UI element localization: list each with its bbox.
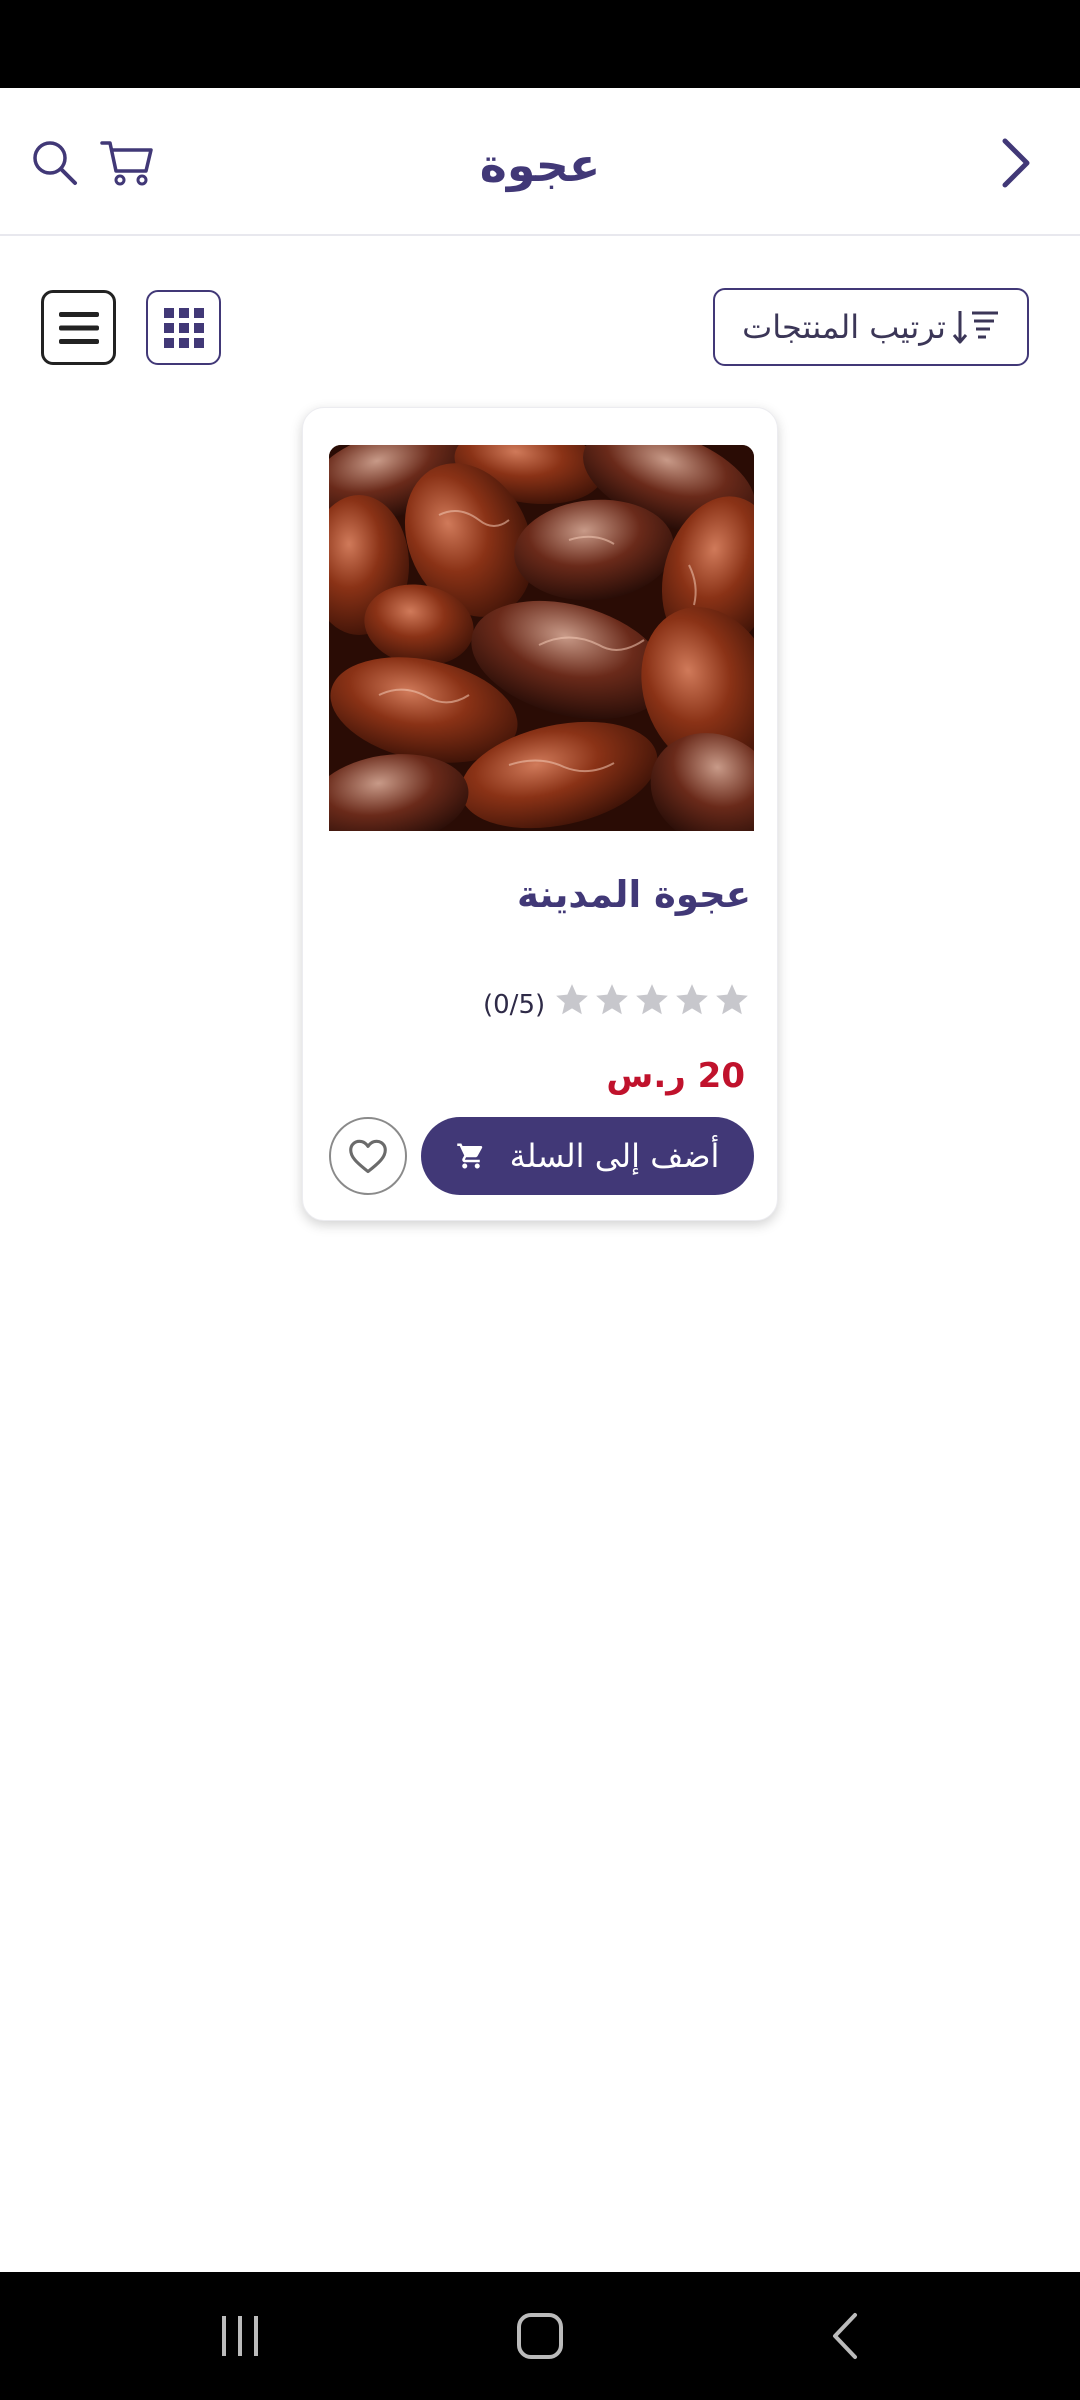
back-icon [833, 2313, 857, 2359]
back-nav-button[interactable] [755, 2272, 935, 2400]
sort-label: ترتيب المنتجات [742, 308, 946, 346]
home-button[interactable] [450, 2272, 630, 2400]
status-bar [0, 0, 1080, 88]
recents-icon [222, 2316, 258, 2356]
grid-view-button[interactable] [146, 290, 221, 365]
heart-icon [349, 1139, 387, 1174]
product-price: 20 ر.س [606, 1056, 745, 1096]
star-icon [716, 984, 748, 1015]
grid-view-icon [163, 307, 204, 348]
list-view-icon [58, 311, 99, 344]
chevron-right-icon [1002, 138, 1030, 188]
cart-button[interactable] [94, 128, 160, 198]
wishlist-button[interactable] [329, 1117, 407, 1195]
search-icon [33, 141, 77, 185]
product-name[interactable]: عجوة المدينة [331, 873, 751, 916]
home-icon [517, 2313, 563, 2359]
star-icon [596, 984, 628, 1015]
star-icon [556, 984, 588, 1015]
app-header: عجوة [0, 88, 1080, 236]
cart-icon [456, 1143, 482, 1169]
page-title: عجوة [479, 138, 601, 192]
back-button[interactable] [985, 128, 1045, 198]
dates-photo [329, 445, 754, 831]
product-card[interactable]: عجوة المدينة (0/5) 20 ر.س أضف إلى السلة [302, 407, 778, 1221]
system-nav-bar [0, 2272, 1080, 2400]
sort-descending-icon [952, 311, 998, 344]
sort-products-button[interactable]: ترتيب المنتجات [713, 288, 1029, 366]
add-to-cart-button[interactable]: أضف إلى السلة [421, 1117, 754, 1195]
search-button[interactable] [24, 128, 86, 198]
star-icon [636, 984, 668, 1015]
list-view-button[interactable] [41, 290, 116, 365]
add-to-cart-label: أضف إلى السلة [509, 1137, 720, 1175]
cart-icon [100, 141, 153, 186]
product-image[interactable] [329, 445, 754, 831]
star-icon [676, 984, 708, 1015]
rating-stars [553, 981, 751, 1019]
rating-count: (0/5) [483, 990, 546, 1020]
recents-button[interactable] [150, 2272, 330, 2400]
